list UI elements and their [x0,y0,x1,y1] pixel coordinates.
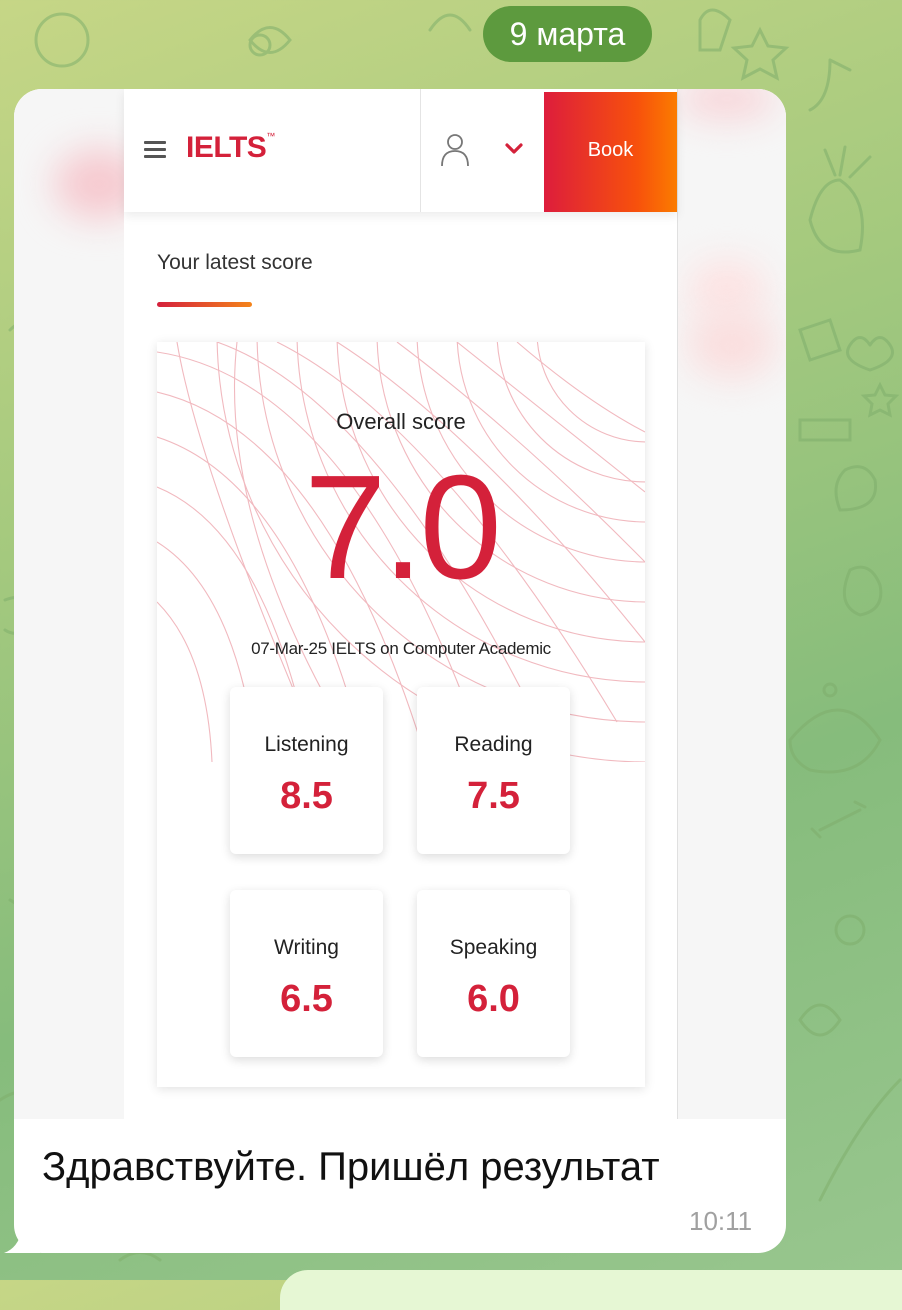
book-button[interactable]: Book [544,92,677,212]
subscore-name: Reading [454,733,533,756]
overall-score-value: 7.0 [304,445,502,610]
message-text: Здравствуйте. Пришёл результат [42,1145,660,1189]
title-underline [157,302,252,307]
subscore-card-writing[interactable]: Writing 6.5 [230,890,383,1057]
attached-screenshot[interactable]: IELTS™ Book Your latest score Overall sc… [14,89,786,1119]
test-info: 07-Mar-25 IELTS on Computer Academic [251,639,551,658]
menu-icon[interactable] [144,141,166,162]
message-bubble[interactable]: IELTS™ Book Your latest score Overall sc… [14,89,786,1253]
subscore-name: Writing [274,936,339,959]
subscore-card-speaking[interactable]: Speaking 6.0 [417,890,570,1057]
subscore-value: 6.5 [280,978,333,1020]
subscore-name: Speaking [449,936,538,959]
ielts-logo[interactable]: IELTS™ [186,131,275,165]
subscore-value: 6.0 [467,978,520,1020]
next-message-bubble-partial[interactable] [280,1270,902,1310]
subscore-value: 7.5 [467,775,520,817]
subscore-value: 8.5 [280,775,333,817]
overall-score-label: Overall score [336,409,466,434]
score-card: Overall score 7.0 07-Mar-25 IELTS on Com… [157,342,645,1087]
section-title: Your latest score [157,251,313,274]
header-divider [420,89,421,212]
ielts-app-screen: IELTS™ Book Your latest score Overall sc… [124,89,678,1119]
photo-blurred-right-edge [677,89,786,1119]
subscore-name: Listening [264,733,349,756]
photo-blurred-left-edge [14,89,144,1119]
chevron-down-icon[interactable] [505,142,523,156]
user-icon[interactable] [440,133,470,167]
subscore-card-listening[interactable]: Listening 8.5 [230,687,383,854]
bubble-tail [4,1230,40,1253]
message-time: 10:11 [689,1206,753,1236]
date-separator: 9 марта [483,6,652,62]
app-header: IELTS™ Book [124,89,677,212]
subscore-card-reading[interactable]: Reading 7.5 [417,687,570,854]
